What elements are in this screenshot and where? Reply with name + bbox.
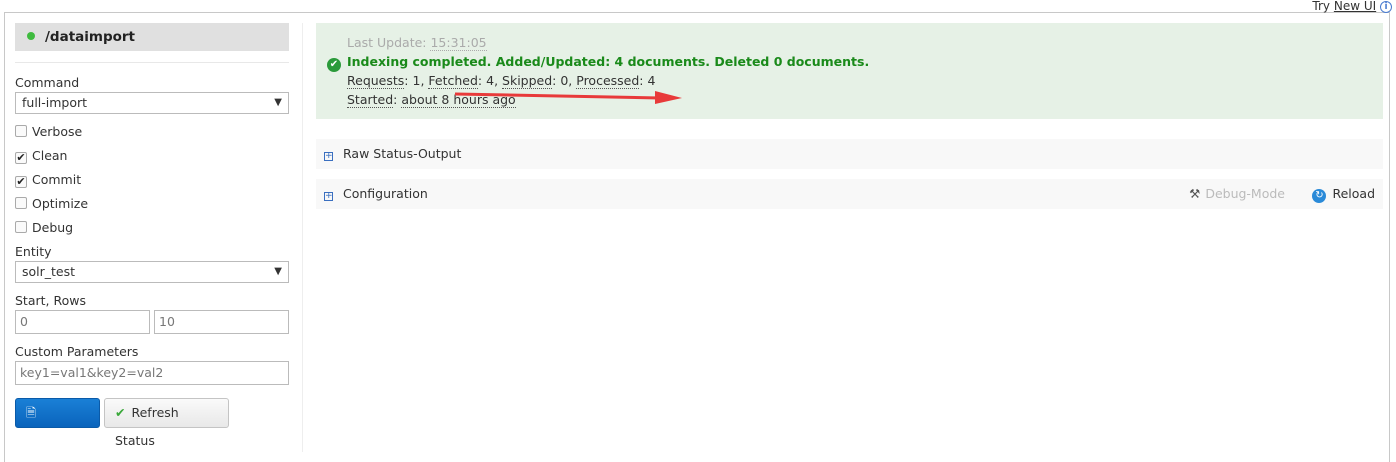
status-message-text: Indexing completed. Added/Updated: 4 doc… bbox=[347, 54, 870, 69]
dropdown-arrow-icon: ▼ bbox=[274, 97, 282, 108]
success-icon: ✔ bbox=[327, 58, 341, 72]
checkbox-checked-icon: ✔ bbox=[15, 175, 27, 188]
checkbox-checked-icon: ✔ bbox=[15, 151, 27, 164]
checkbox-label: Debug bbox=[32, 220, 74, 235]
reload-label: Reload bbox=[1332, 186, 1375, 201]
configuration-label: Configuration bbox=[343, 186, 428, 201]
optimize-checkbox[interactable]: Optimize bbox=[15, 196, 88, 211]
checkbox-icon bbox=[15, 221, 27, 233]
entity-label: Entity bbox=[15, 244, 52, 259]
hammer-icon: ⚒ bbox=[1189, 186, 1201, 201]
refresh-status-button[interactable]: ✔ Refresh Status bbox=[104, 398, 229, 448]
new-ui-link[interactable]: New UI bbox=[1334, 0, 1376, 13]
red-arrow-annotation bbox=[454, 91, 682, 104]
last-update: Last Update: 15:31:05 bbox=[347, 35, 487, 51]
checkbox-label: Verbose bbox=[32, 124, 83, 139]
command-value: full-import bbox=[22, 95, 88, 110]
checkbox-icon bbox=[15, 125, 27, 137]
reload-icon: ↻ bbox=[1312, 189, 1327, 203]
dropdown-arrow-icon: ▼ bbox=[274, 266, 282, 277]
raw-status-output-section[interactable]: + Raw Status-Output bbox=[316, 139, 1383, 169]
raw-status-label: Raw Status-Output bbox=[343, 146, 462, 161]
execute-button[interactable]: 🗎 Execute bbox=[15, 398, 100, 448]
reload-button[interactable]: ↻ Reload bbox=[1312, 179, 1375, 209]
requests-value: 1 bbox=[412, 73, 421, 88]
status-message: ✔ Indexing completed. Added/Updated: 4 do… bbox=[327, 54, 869, 72]
debug-mode-button[interactable]: ⚒ Debug-Mode bbox=[1189, 179, 1285, 209]
requests-label: Requests bbox=[347, 73, 405, 89]
checkbox-label: Commit bbox=[32, 172, 82, 187]
entity-value: solr_test bbox=[22, 264, 76, 279]
started-label: Started bbox=[347, 92, 394, 108]
rows-input[interactable]: 10 bbox=[154, 310, 289, 334]
info-icon[interactable]: i bbox=[1380, 0, 1392, 13]
document-icon: 🗎 bbox=[26, 405, 37, 420]
debug-checkbox[interactable]: Debug bbox=[15, 220, 73, 235]
last-update-label: Last Update: bbox=[347, 35, 427, 50]
handler-header: /dataimport bbox=[15, 23, 289, 51]
divider bbox=[15, 62, 289, 63]
checkbox-label: Clean bbox=[32, 148, 68, 163]
command-select[interactable]: full-import ▼ bbox=[15, 92, 289, 114]
start-input[interactable]: 0 bbox=[15, 310, 150, 334]
entity-select[interactable]: solr_test ▼ bbox=[15, 261, 289, 283]
commit-checkbox[interactable]: ✔ Commit bbox=[15, 172, 81, 188]
expand-icon: + bbox=[324, 191, 333, 201]
command-label: Command bbox=[15, 75, 80, 90]
status-dot-icon bbox=[27, 32, 35, 40]
checkbox-icon bbox=[15, 197, 27, 209]
checkmark-icon: ✔ bbox=[115, 405, 126, 420]
custom-parameters-input[interactable]: key1=val1&key2=val2 bbox=[15, 361, 289, 385]
configuration-section[interactable]: + Configuration ⚒ Debug-Mode ↻ Reload bbox=[316, 179, 1383, 209]
column-divider bbox=[302, 23, 303, 452]
last-update-value: 15:31:05 bbox=[430, 35, 487, 51]
verbose-checkbox[interactable]: Verbose bbox=[15, 124, 82, 139]
handler-name: /dataimport bbox=[45, 29, 136, 45]
clean-checkbox[interactable]: ✔ Clean bbox=[15, 148, 67, 164]
try-new-ui: Try New UI i bbox=[1312, 0, 1392, 13]
execute-label: Execute bbox=[26, 433, 76, 448]
expand-icon: + bbox=[324, 151, 333, 161]
custom-parameters-label: Custom Parameters bbox=[15, 344, 139, 359]
debug-mode-label: Debug-Mode bbox=[1205, 186, 1285, 201]
start-rows-label: Start, Rows bbox=[15, 293, 86, 308]
try-label: Try bbox=[1312, 0, 1331, 13]
checkbox-label: Optimize bbox=[32, 196, 89, 211]
